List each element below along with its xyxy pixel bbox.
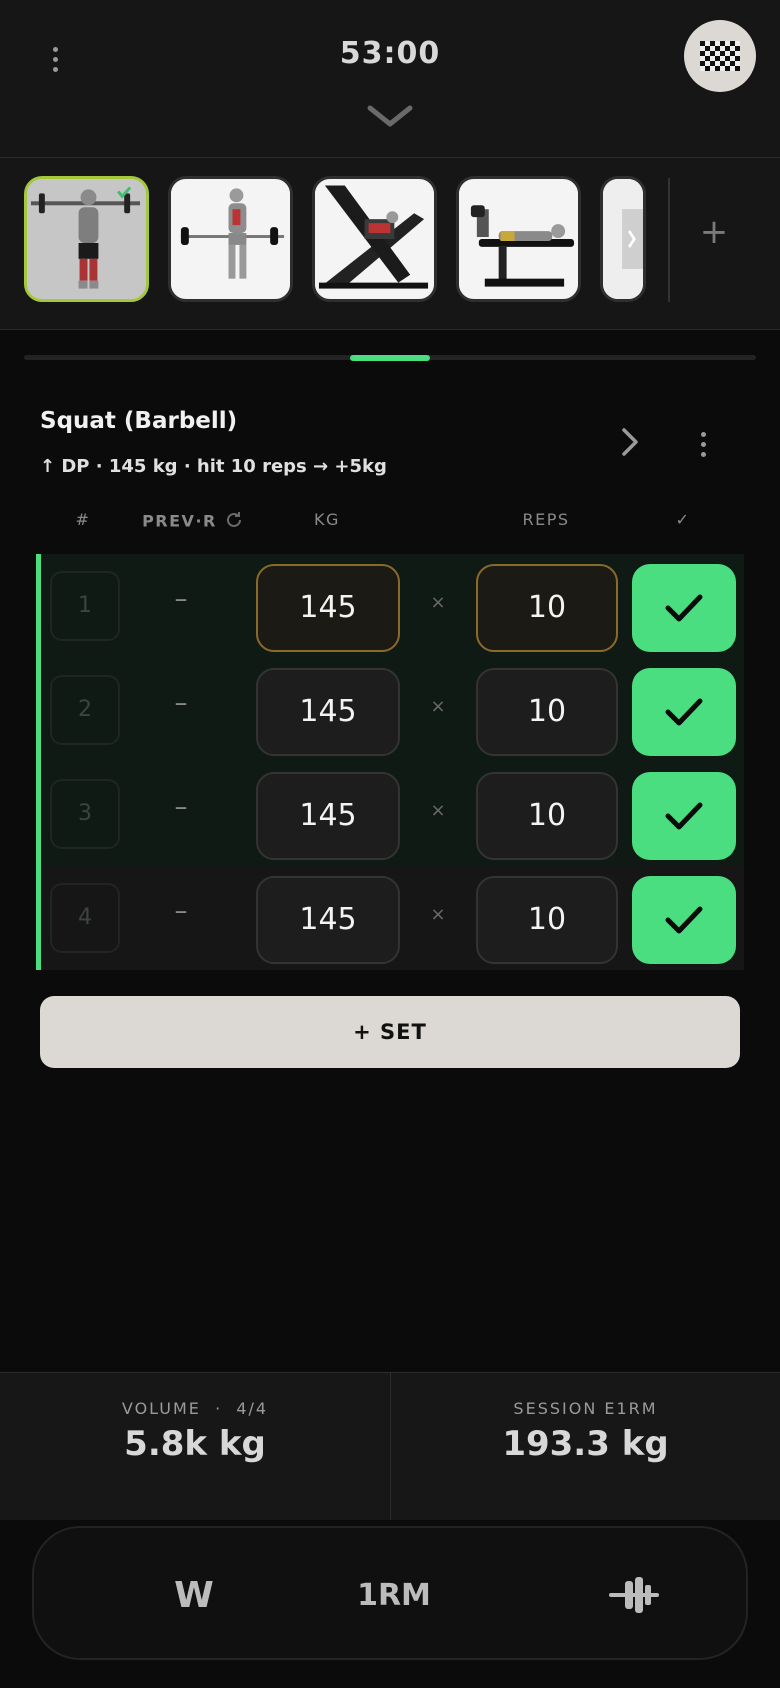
set-previous[interactable]: – — [146, 584, 216, 614]
exercise-progress-indicator — [350, 355, 430, 361]
finish-workout-button[interactable] — [684, 20, 756, 92]
set-row: 1 – 145 × 10 — [36, 554, 744, 658]
weight-input[interactable]: 145 — [256, 876, 400, 964]
e1rm-label: SESSION E1RM — [513, 1399, 658, 1418]
volume-value: 5.8k kg — [124, 1424, 266, 1464]
times-symbol: × — [430, 592, 446, 613]
volume-stat: VOLUME · 4/4 5.8k kg — [0, 1373, 390, 1521]
header-reps: REPS — [522, 510, 570, 529]
weight-input[interactable]: 145 — [256, 668, 400, 756]
progression-hint: ↑ DP · 145 kg · hit 10 reps → +5kg — [40, 456, 387, 477]
strip-divider — [668, 178, 670, 302]
reps-input[interactable]: 10 — [476, 564, 618, 652]
checkered-flag-icon — [700, 41, 740, 71]
volume-label: VOLUME · 4/4 — [121, 1399, 269, 1418]
leg-curl-machine-image — [459, 179, 578, 299]
set-number[interactable]: 2 — [50, 675, 120, 745]
complete-set-button[interactable] — [632, 876, 736, 964]
check-icon — [665, 802, 703, 830]
header-previous[interactable]: PREV·R — [138, 510, 248, 534]
workout-timer: 53:00 — [339, 36, 441, 71]
set-row: 3 – 145 × 10 — [36, 762, 744, 866]
times-symbol: × — [430, 696, 446, 717]
set-number[interactable]: 3 — [50, 779, 120, 849]
set-previous[interactable]: – — [146, 688, 216, 718]
check-icon — [665, 906, 703, 934]
plate-calculator-button[interactable] — [574, 1528, 694, 1662]
deadlift-figure-image — [171, 179, 290, 299]
deadlift-thumbnail[interactable] — [168, 176, 293, 302]
bottom-toolbar: W 1RM — [0, 1520, 780, 1688]
squat-barbell-thumbnail[interactable] — [24, 176, 149, 302]
sets-table: 1 – 145 × 10 2 – 145 × 10 3 – 145 × 10 4… — [36, 554, 744, 970]
e1rm-value: 193.3 kg — [502, 1424, 669, 1464]
next-exercise-thumbnail[interactable] — [600, 176, 646, 302]
exercise-strip: + — [0, 158, 780, 330]
times-symbol: × — [430, 800, 446, 821]
exercise-details-chevron-icon[interactable] — [616, 424, 644, 460]
weight-input[interactable]: 145 — [256, 772, 400, 860]
exercise-title[interactable]: Squat (Barbell) — [40, 408, 237, 434]
set-number[interactable]: 4 — [50, 883, 120, 953]
reps-input[interactable]: 10 — [476, 772, 618, 860]
exercise-menu-icon[interactable] — [688, 432, 718, 457]
leg-press-thumbnail[interactable] — [312, 176, 437, 302]
header-previous-label: PREV·R — [142, 511, 217, 531]
reps-input[interactable]: 10 — [476, 668, 618, 756]
set-previous[interactable]: – — [146, 896, 216, 926]
plate-calculator-icon — [609, 1577, 659, 1613]
e1rm-stat: SESSION E1RM 193.3 kg — [390, 1373, 780, 1521]
session-stats: VOLUME · 4/4 5.8k kg SESSION E1RM 193.3 … — [0, 1372, 780, 1521]
next-exercise-image — [603, 179, 643, 299]
weight-input[interactable]: 145 — [256, 564, 400, 652]
set-number[interactable]: 1 — [50, 571, 120, 641]
add-set-button[interactable]: + SET — [40, 996, 740, 1068]
check-icon — [665, 594, 703, 622]
check-icon — [665, 698, 703, 726]
refresh-icon — [224, 510, 244, 534]
top-bar: 53:00 — [0, 0, 780, 158]
set-row: 4 – 145 × 10 — [36, 866, 744, 970]
complete-set-button[interactable] — [632, 564, 736, 652]
header-set-number: # — [75, 510, 91, 529]
toolbar-pill: W 1RM — [32, 1526, 748, 1660]
set-row: 2 – 145 × 10 — [36, 658, 744, 762]
times-symbol: × — [430, 904, 446, 925]
collapse-chevron-icon[interactable] — [366, 104, 414, 130]
one-rep-max-button[interactable]: 1RM — [324, 1528, 464, 1662]
squat-figure-image — [27, 179, 146, 299]
header-kg: KG — [314, 510, 340, 529]
warmup-button[interactable]: W — [134, 1528, 254, 1662]
leg-curl-thumbnail[interactable] — [456, 176, 581, 302]
complete-set-button[interactable] — [632, 668, 736, 756]
set-previous[interactable]: – — [146, 792, 216, 822]
header-done: ✓ — [675, 510, 691, 529]
leg-press-machine-image — [315, 179, 434, 299]
reps-input[interactable]: 10 — [476, 876, 618, 964]
complete-set-button[interactable] — [632, 772, 736, 860]
add-exercise-button[interactable]: + — [690, 208, 738, 256]
